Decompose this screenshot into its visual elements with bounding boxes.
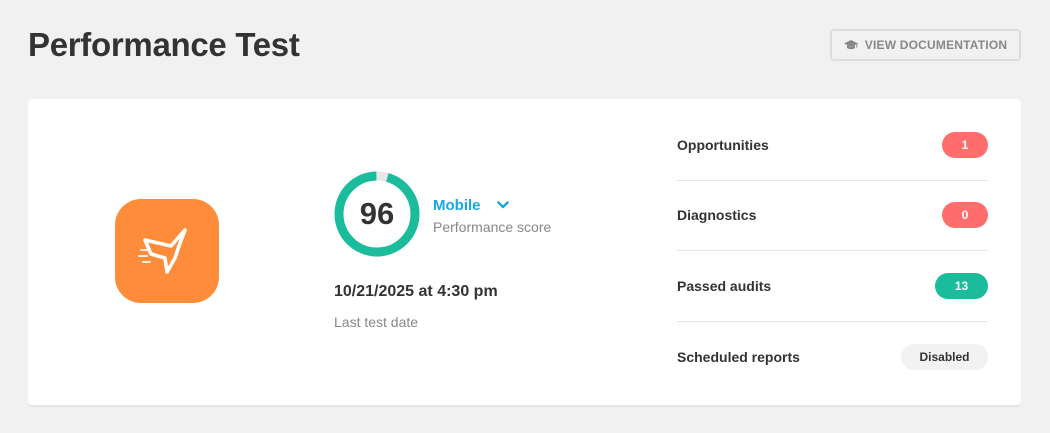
chevron-down-icon bbox=[496, 196, 509, 214]
stat-label: Scheduled reports bbox=[677, 348, 800, 365]
diagnostics-count-badge: 0 bbox=[942, 202, 988, 229]
score-caption: Performance score bbox=[433, 219, 552, 235]
stat-label: Opportunities bbox=[677, 136, 769, 153]
graduation-cap-icon bbox=[843, 39, 858, 51]
view-documentation-label: VIEW DOCUMENTATION bbox=[864, 38, 1008, 52]
audit-stats-list: Opportunities 1 Diagnostics 0 Passed aud… bbox=[677, 110, 988, 392]
scheduled-reports-status-badge: Disabled bbox=[901, 343, 988, 370]
stat-label: Passed audits bbox=[677, 277, 772, 294]
stat-row-opportunities: Opportunities 1 bbox=[677, 110, 988, 181]
performance-test-page: Performance Test VIEW DOCUMENTATION 96 M… bbox=[0, 0, 1050, 433]
stat-row-diagnostics: Diagnostics 0 bbox=[677, 181, 988, 251]
last-test-date-caption: Last test date bbox=[334, 314, 419, 330]
device-label: Mobile bbox=[433, 196, 481, 214]
hummingbird-logo-icon bbox=[115, 199, 219, 303]
last-test-date: 10/21/2025 at 4:30 pm bbox=[334, 283, 498, 300]
summary-card: 96 Mobile Performance score 10/21/2025 a… bbox=[28, 99, 1021, 405]
device-selector[interactable]: Mobile bbox=[433, 196, 509, 214]
opportunities-count-badge: 1 bbox=[942, 131, 988, 158]
page-title: Performance Test bbox=[28, 26, 300, 63]
stat-label: Diagnostics bbox=[677, 207, 757, 224]
performance-score-value: 96 bbox=[359, 196, 395, 231]
stat-row-scheduled-reports: Scheduled reports Disabled bbox=[677, 322, 988, 393]
stat-row-passed-audits: Passed audits 13 bbox=[677, 251, 988, 322]
passed-audits-count-badge: 13 bbox=[935, 272, 988, 299]
view-documentation-button[interactable]: VIEW DOCUMENTATION bbox=[830, 29, 1021, 61]
